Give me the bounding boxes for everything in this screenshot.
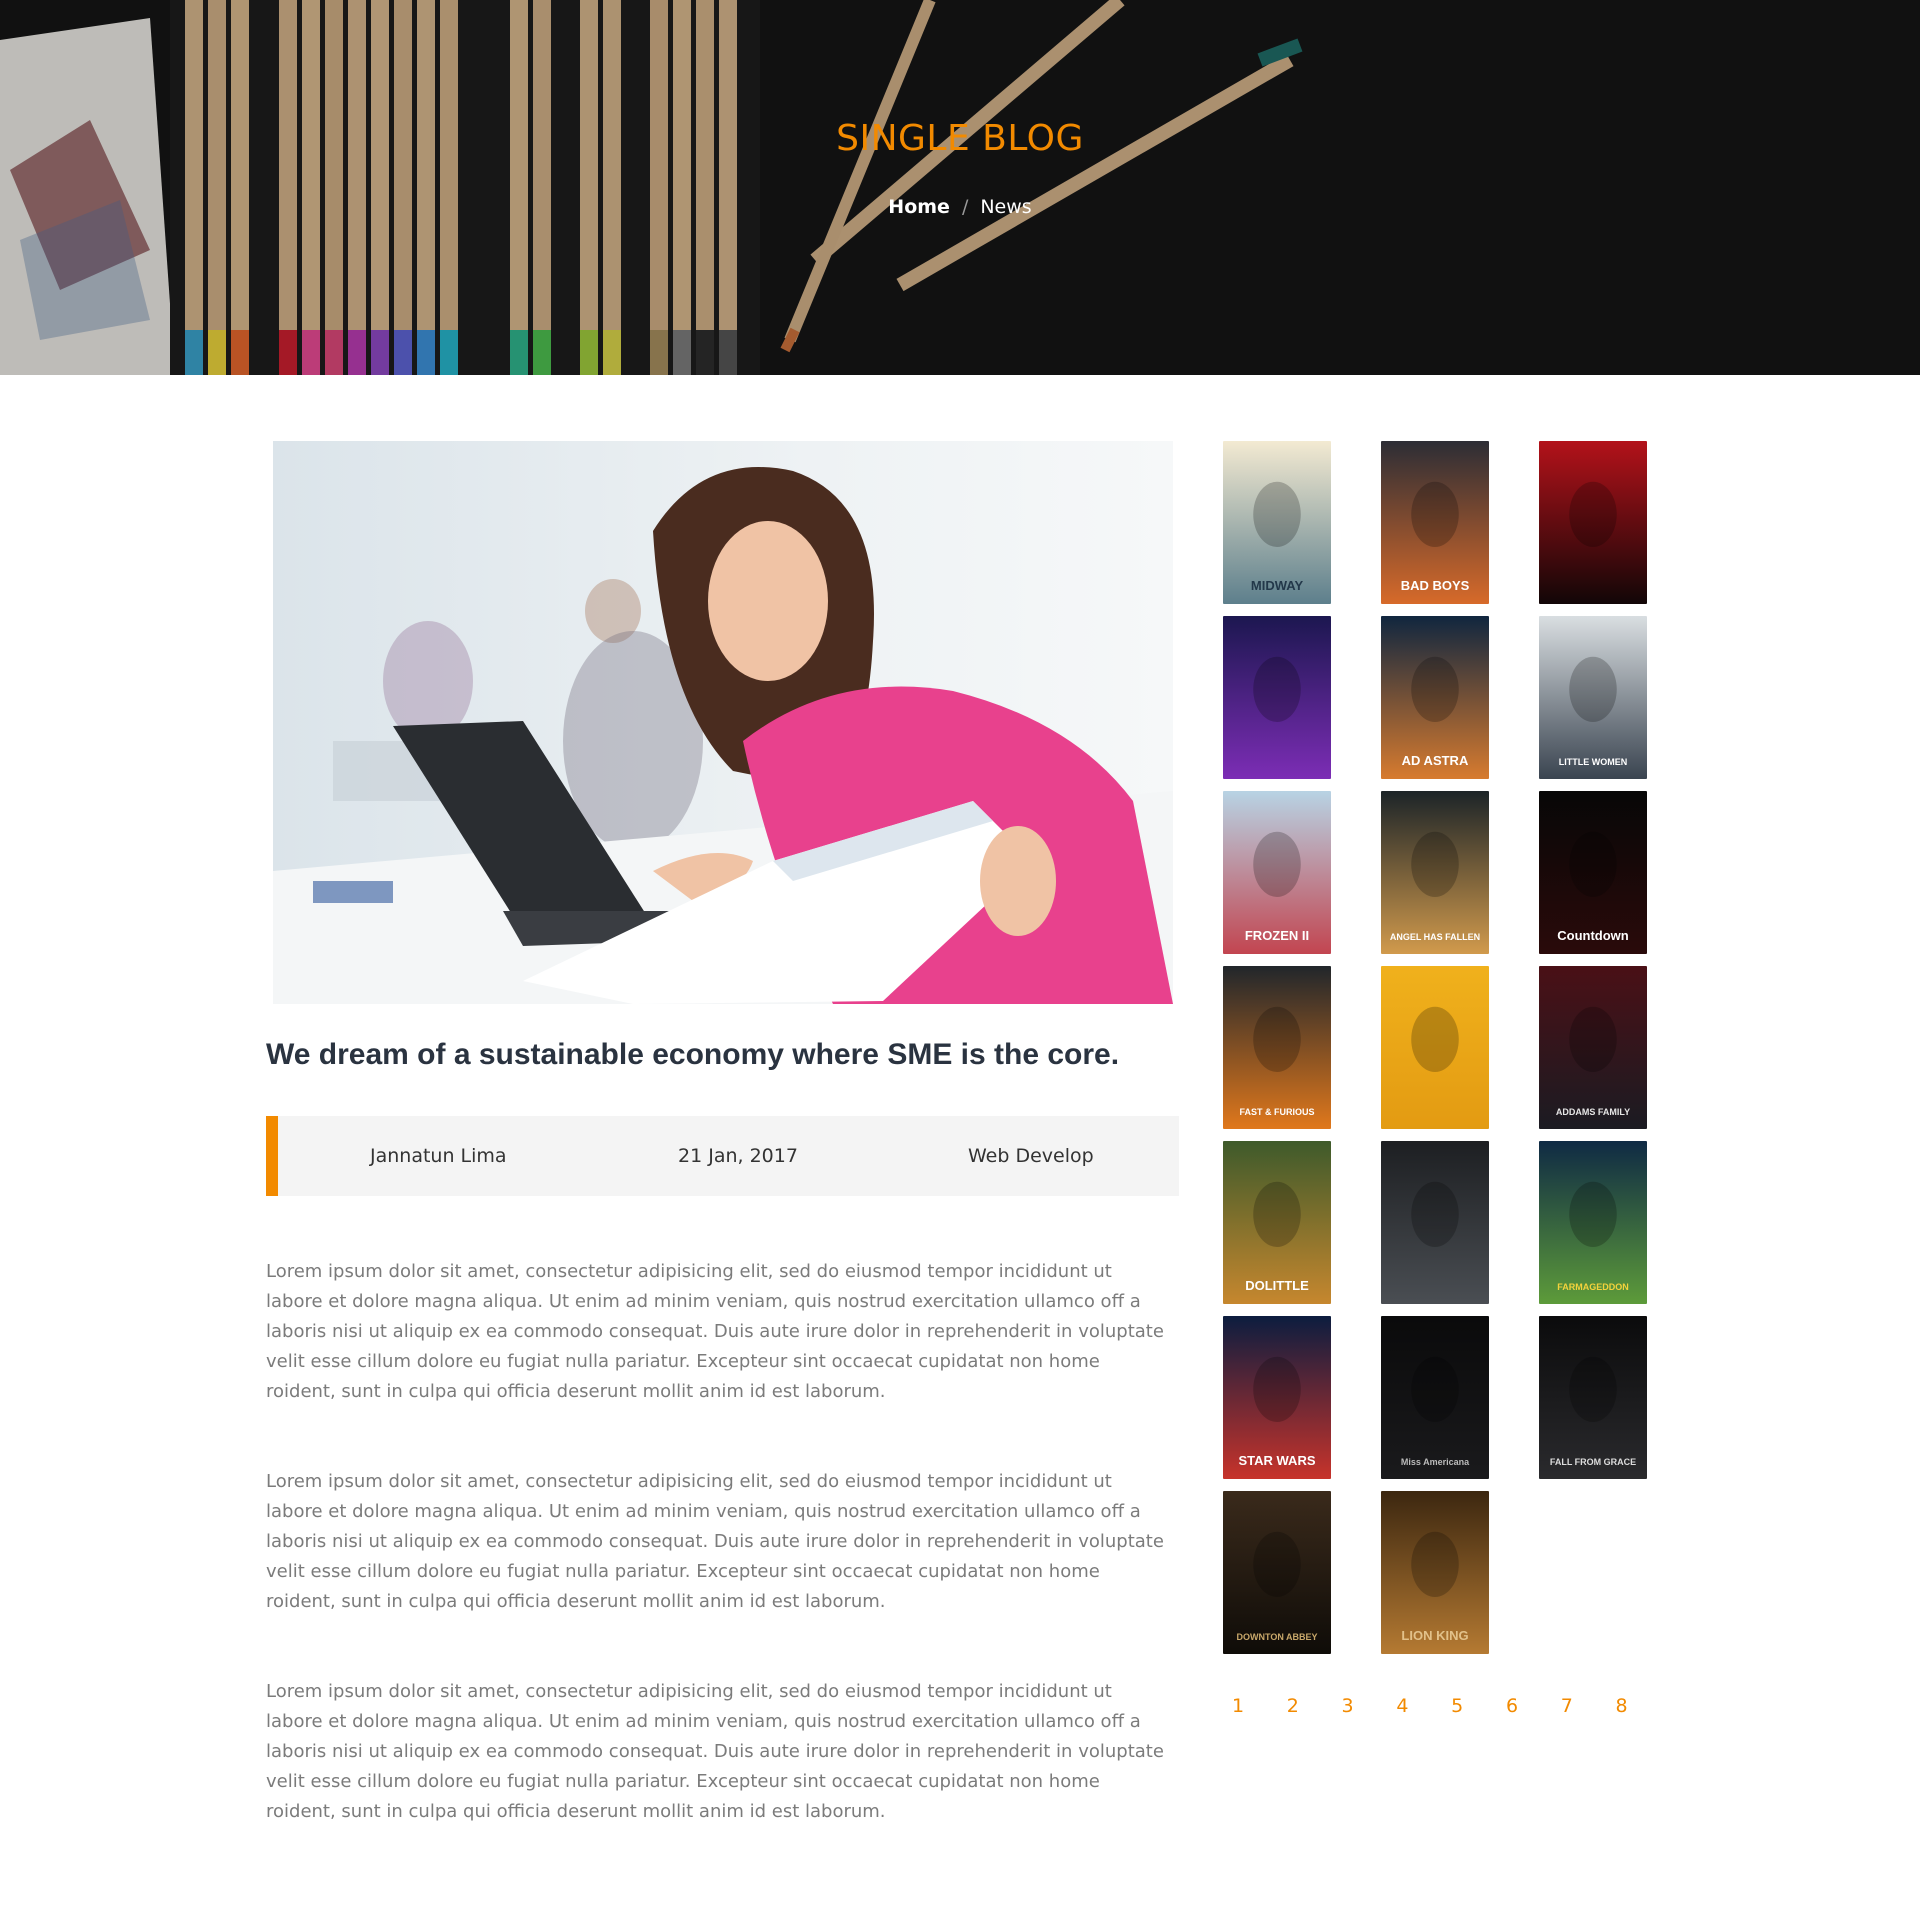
poster-fast-furious[interactable]: FAST & FURIOUS	[1223, 966, 1331, 1129]
poster-addams-family[interactable]: ADDAMS FAMILY	[1539, 966, 1647, 1129]
poster-caption: FROZEN II	[1245, 928, 1309, 943]
page-link-3[interactable]: 3	[1333, 1689, 1363, 1723]
poster-angel-has-fallen[interactable]: ANGEL HAS FALLEN	[1381, 791, 1489, 954]
page-link-5[interactable]: 5	[1442, 1689, 1472, 1723]
page-link-6[interactable]: 6	[1497, 1689, 1527, 1723]
poster-image: FALL FROM GRACE	[1539, 1316, 1647, 1479]
poster-fall-from-grace[interactable]: FALL FROM GRACE	[1539, 1316, 1647, 1479]
poster-image: DOWNTON ABBEY	[1223, 1491, 1331, 1654]
post-paragraph: Lorem ipsum dolor sit amet, consectetur …	[266, 1261, 1164, 1402]
poster-caption: MIDWAY	[1251, 578, 1304, 593]
poster-avengers[interactable]	[1223, 616, 1331, 779]
poster-caption: STAR WARS	[1238, 1453, 1315, 1468]
poster-image: AD ASTRA	[1381, 616, 1489, 779]
poster-image	[1539, 441, 1647, 604]
poster-countdown[interactable]: Countdown	[1539, 791, 1647, 954]
breadcrumb-current: News	[980, 196, 1032, 218]
poster-image	[1381, 966, 1489, 1129]
post-title: We dream of a sustainable economy where …	[266, 1038, 1120, 1071]
poster-image: LITTLE WOMEN	[1539, 616, 1647, 779]
poster-caption: AD ASTRA	[1402, 753, 1469, 768]
poster-image: FROZEN II	[1223, 791, 1331, 954]
poster-image: MIDWAY	[1223, 441, 1331, 604]
page-title: SINGLE BLOG	[836, 118, 1084, 159]
featured-image	[273, 441, 1173, 1004]
poster-image	[1223, 616, 1331, 779]
poster-caption: BAD BOYS	[1401, 578, 1470, 593]
poster-miss-americana[interactable]: Miss Americana	[1381, 1316, 1489, 1479]
poster-farmageddon[interactable]: FARMAGEDDON	[1539, 1141, 1647, 1304]
poster-image	[1381, 1141, 1489, 1304]
poster-image: FARMAGEDDON	[1539, 1141, 1647, 1304]
poster-image: BAD BOYS	[1381, 441, 1489, 604]
breadcrumb-separator: /	[961, 196, 969, 218]
poster-image: FAST & FURIOUS	[1223, 966, 1331, 1129]
page-link-8[interactable]: 8	[1607, 1689, 1637, 1723]
poster-beautiful-day[interactable]	[1381, 966, 1489, 1129]
poster-irishman[interactable]	[1381, 1141, 1489, 1304]
poster-image: Countdown	[1539, 791, 1647, 954]
poster-image: DOLITTLE	[1223, 1141, 1331, 1304]
poster-caption: Miss Americana	[1401, 1457, 1470, 1467]
poster-bad-boys[interactable]: BAD BOYS	[1381, 441, 1489, 604]
meta-accent-stripe	[266, 1116, 278, 1196]
post-paragraph: Lorem ipsum dolor sit amet, consectetur …	[266, 1681, 1164, 1822]
poster-image: STAR WARS	[1223, 1316, 1331, 1479]
poster-image: Miss Americana	[1381, 1316, 1489, 1479]
poster-star-wars[interactable]: STAR WARS	[1223, 1316, 1331, 1479]
poster-image: ADDAMS FAMILY	[1539, 966, 1647, 1129]
page-link-2[interactable]: 2	[1278, 1689, 1308, 1723]
post-paragraph: Lorem ipsum dolor sit amet, consectetur …	[266, 1471, 1164, 1612]
poster-frozen-ii[interactable]: FROZEN II	[1223, 791, 1331, 954]
poster-midway[interactable]: MIDWAY	[1223, 441, 1331, 604]
poster-caption: ANGEL HAS FALLEN	[1390, 932, 1480, 942]
poster-caption: LION KING	[1401, 1628, 1468, 1643]
post-category: Web Develop	[968, 1145, 1094, 1167]
student-with-laptop-photo	[273, 441, 1173, 1004]
page-header-banner: SINGLE BLOG Home / News	[0, 0, 1920, 375]
poster-lion-king[interactable]: LION KING	[1381, 1491, 1489, 1654]
poster-it[interactable]	[1539, 441, 1647, 604]
gallery-pagination: 12345678	[1223, 1689, 1643, 1723]
hero-overlay	[0, 0, 1920, 375]
post-date: 21 Jan, 2017	[678, 1145, 798, 1167]
poster-caption: FAST & FURIOUS	[1239, 1107, 1314, 1117]
poster-image: ANGEL HAS FALLEN	[1381, 791, 1489, 954]
page-link-7[interactable]: 7	[1552, 1689, 1582, 1723]
poster-caption: Countdown	[1557, 928, 1629, 943]
poster-ad-astra[interactable]: AD ASTRA	[1381, 616, 1489, 779]
page-link-1[interactable]: 1	[1223, 1689, 1253, 1723]
breadcrumb-home-link[interactable]: Home	[888, 196, 950, 218]
page-link-4[interactable]: 4	[1387, 1689, 1417, 1723]
poster-caption: FARMAGEDDON	[1557, 1282, 1629, 1292]
post-author: Jannatun Lima	[370, 1145, 507, 1167]
poster-little-women[interactable]: LITTLE WOMEN	[1539, 616, 1647, 779]
poster-downton-abbey[interactable]: DOWNTON ABBEY	[1223, 1491, 1331, 1654]
poster-caption: DOWNTON ABBEY	[1237, 1632, 1318, 1642]
poster-caption: ADDAMS FAMILY	[1556, 1107, 1630, 1117]
poster-caption: FALL FROM GRACE	[1550, 1457, 1636, 1467]
poster-image: LION KING	[1381, 1491, 1489, 1654]
poster-caption: DOLITTLE	[1245, 1278, 1309, 1293]
poster-caption: LITTLE WOMEN	[1559, 757, 1628, 767]
poster-dolittle[interactable]: DOLITTLE	[1223, 1141, 1331, 1304]
post-meta-bar: Jannatun Lima 21 Jan, 2017 Web Develop	[266, 1116, 1179, 1196]
breadcrumb: Home / News	[0, 196, 1920, 218]
